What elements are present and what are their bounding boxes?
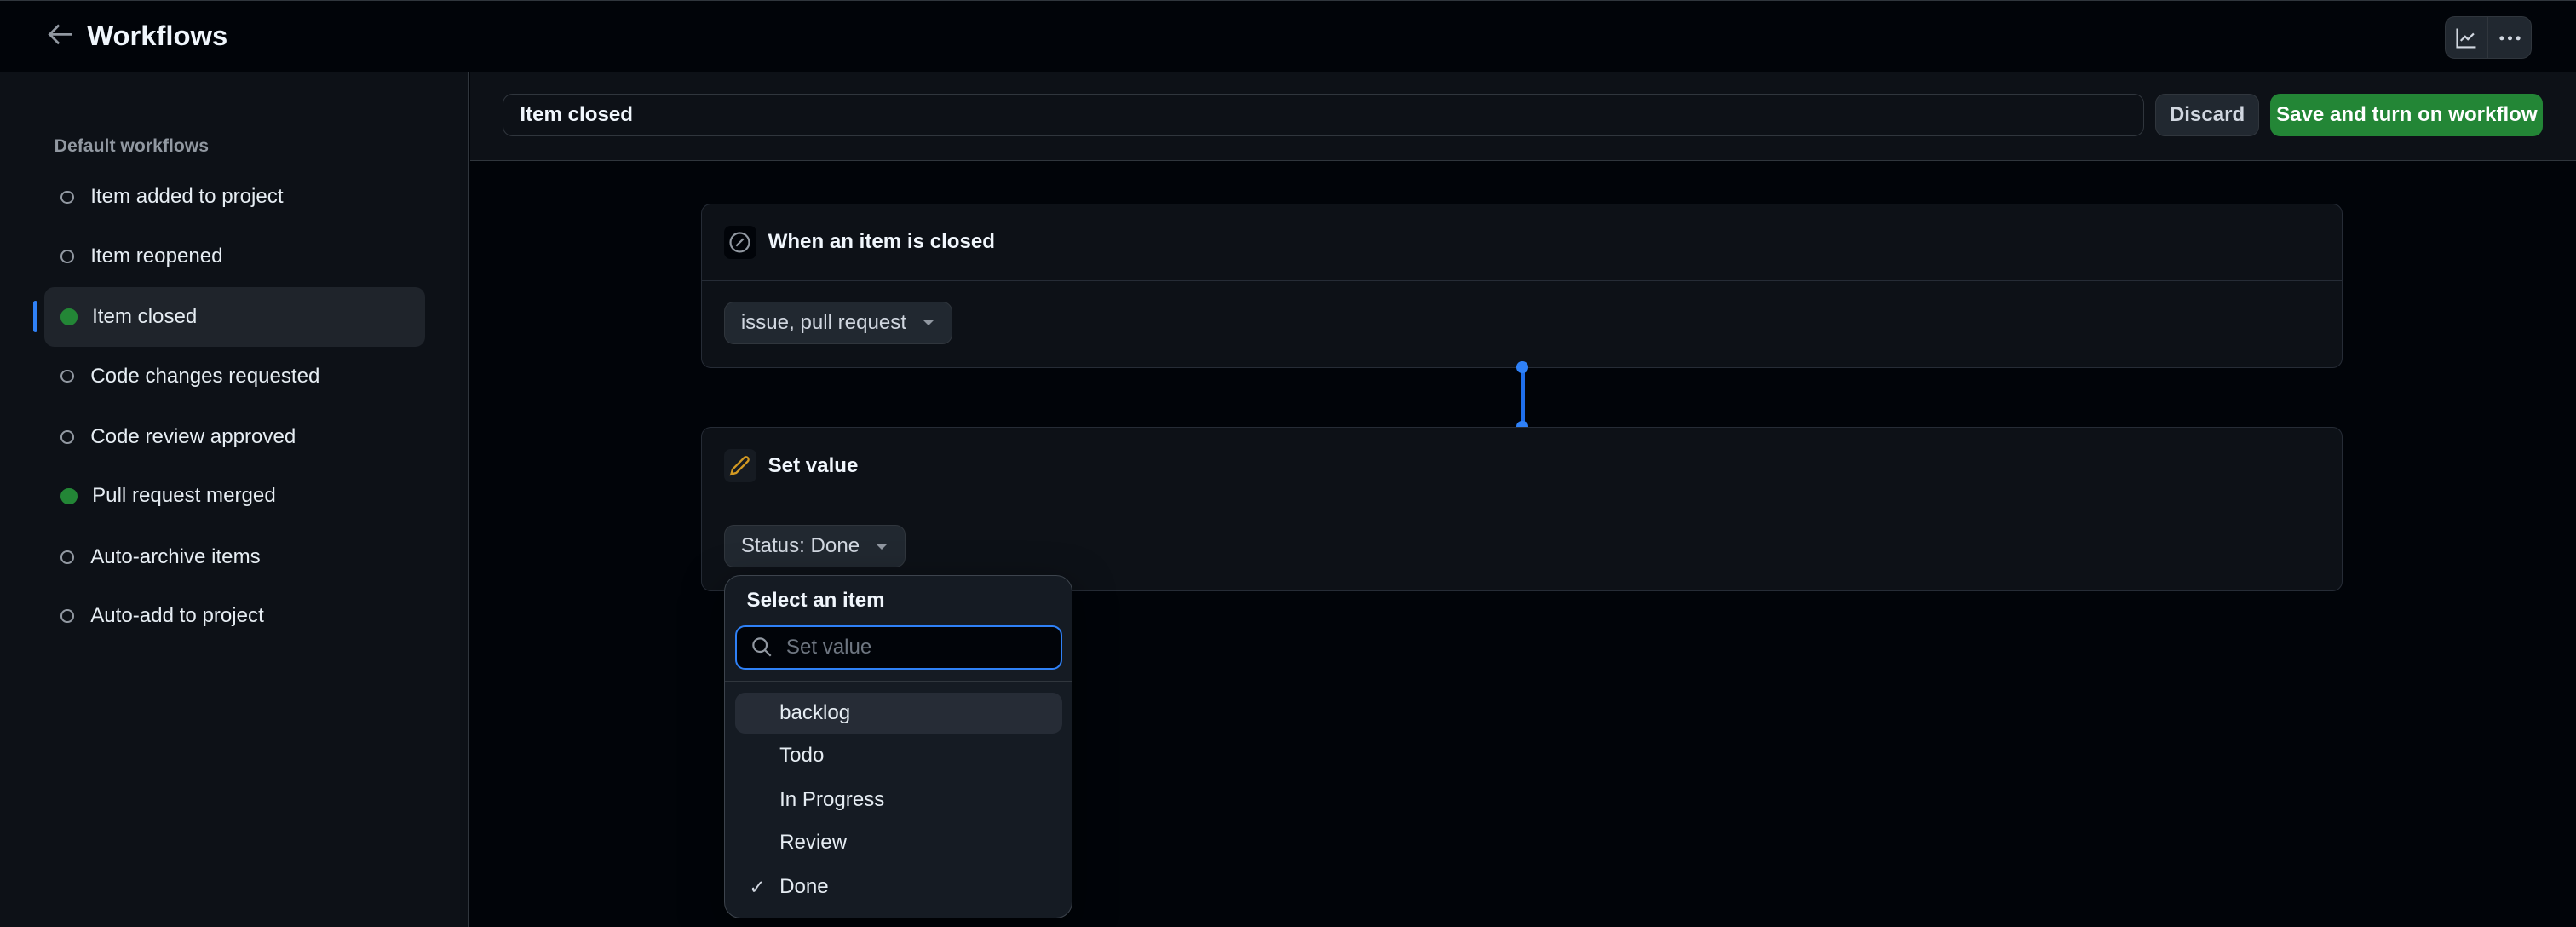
connector-dot <box>1516 361 1528 373</box>
menu-title: Select an item <box>746 589 885 613</box>
page-title: Workflows <box>87 20 228 52</box>
status-off-icon <box>60 369 74 383</box>
graph-icon <box>2456 28 2476 49</box>
menu-search <box>735 625 1062 670</box>
menu-option-done[interactable]: ✓ Done <box>735 867 1062 907</box>
menu-option-todo[interactable]: Todo <box>735 735 1062 776</box>
option-label: backlog <box>779 701 851 724</box>
back-arrow-icon[interactable] <box>46 20 76 49</box>
sidebar-item-auto-add[interactable]: Auto-add to project <box>44 586 425 645</box>
sidebar-item-auto-archive[interactable]: Auto-archive items <box>44 527 425 586</box>
menu-option-review[interactable]: Review <box>735 822 1062 863</box>
option-label: Todo <box>779 744 825 768</box>
menu-divider <box>725 681 1072 682</box>
sidebar-item-item-closed[interactable]: Item closed <box>44 287 426 347</box>
menu-search-input[interactable] <box>785 635 1033 659</box>
insights-button[interactable] <box>2446 17 2488 58</box>
trigger-card: When an item is closed issue, pull reque… <box>701 204 2343 368</box>
connector-line <box>1521 367 1525 428</box>
skip-icon <box>723 226 757 259</box>
sidebar-item-item-reopened[interactable]: Item reopened <box>44 227 425 285</box>
action-title: Set value <box>768 453 859 477</box>
action-card: Set value Status: Done <box>701 427 2343 592</box>
sidebar-item-code-review-approved[interactable]: Code review approved <box>44 407 425 466</box>
status-value-dropdown[interactable]: Status: Done <box>723 525 906 568</box>
sidebar-item-code-changes-requested[interactable]: Code changes requested <box>44 347 425 406</box>
header-actions <box>2444 16 2532 60</box>
sidebar-item-label: Code review approved <box>90 424 296 448</box>
status-off-icon <box>60 550 74 564</box>
status-off-icon <box>60 190 74 204</box>
check-icon: ✓ <box>749 875 766 898</box>
more-options-button[interactable] <box>2487 17 2531 59</box>
status-off-icon <box>60 430 74 444</box>
item-type-dropdown[interactable]: issue, pull request <box>723 301 952 345</box>
sidebar-item-label: Code changes requested <box>90 364 320 388</box>
select-item-menu: Select an item backlog Todo In Progress … <box>724 574 1073 919</box>
sidebar-item-pull-request-merged[interactable]: Pull request merged <box>44 467 425 526</box>
selected-indicator <box>32 300 38 332</box>
workflow-name-input[interactable]: Item closed <box>503 93 2144 137</box>
pencil-icon <box>723 449 757 483</box>
sidebar-item-label: Item added to project <box>90 185 284 209</box>
search-icon <box>752 637 772 657</box>
status-off-icon <box>60 250 74 263</box>
option-label: Done <box>779 875 829 899</box>
menu-option-backlog[interactable]: backlog <box>735 692 1062 734</box>
sidebar-section-label: Default workflows <box>54 136 210 157</box>
status-off-icon <box>60 609 74 623</box>
sidebar-item-label: Auto-archive items <box>90 544 261 568</box>
sidebar-item-label: Item reopened <box>90 244 223 268</box>
save-button[interactable]: Save and turn on workflow <box>2270 93 2544 137</box>
sidebar-item-item-added[interactable]: Item added to project <box>44 168 425 227</box>
option-label: Review <box>779 831 848 855</box>
caret-down-icon <box>923 320 935 325</box>
option-label: In Progress <box>779 788 885 812</box>
sidebar-item-label: Pull request merged <box>92 484 276 508</box>
status-on-icon <box>60 487 78 505</box>
discard-button[interactable]: Discard <box>2155 93 2259 137</box>
caret-down-icon <box>876 543 888 550</box>
item-type-value: issue, pull request <box>740 310 907 334</box>
status-on-icon <box>60 308 78 325</box>
sidebar-item-label: Item closed <box>92 305 198 329</box>
status-value: Status: Done <box>740 534 860 558</box>
trigger-title: When an item is closed <box>768 230 996 254</box>
sidebar-item-label: Auto-add to project <box>90 604 264 628</box>
menu-option-in-progress[interactable]: In Progress <box>735 780 1062 820</box>
top-bar <box>0 0 2576 72</box>
kebab-horizontal-icon <box>2498 35 2521 40</box>
